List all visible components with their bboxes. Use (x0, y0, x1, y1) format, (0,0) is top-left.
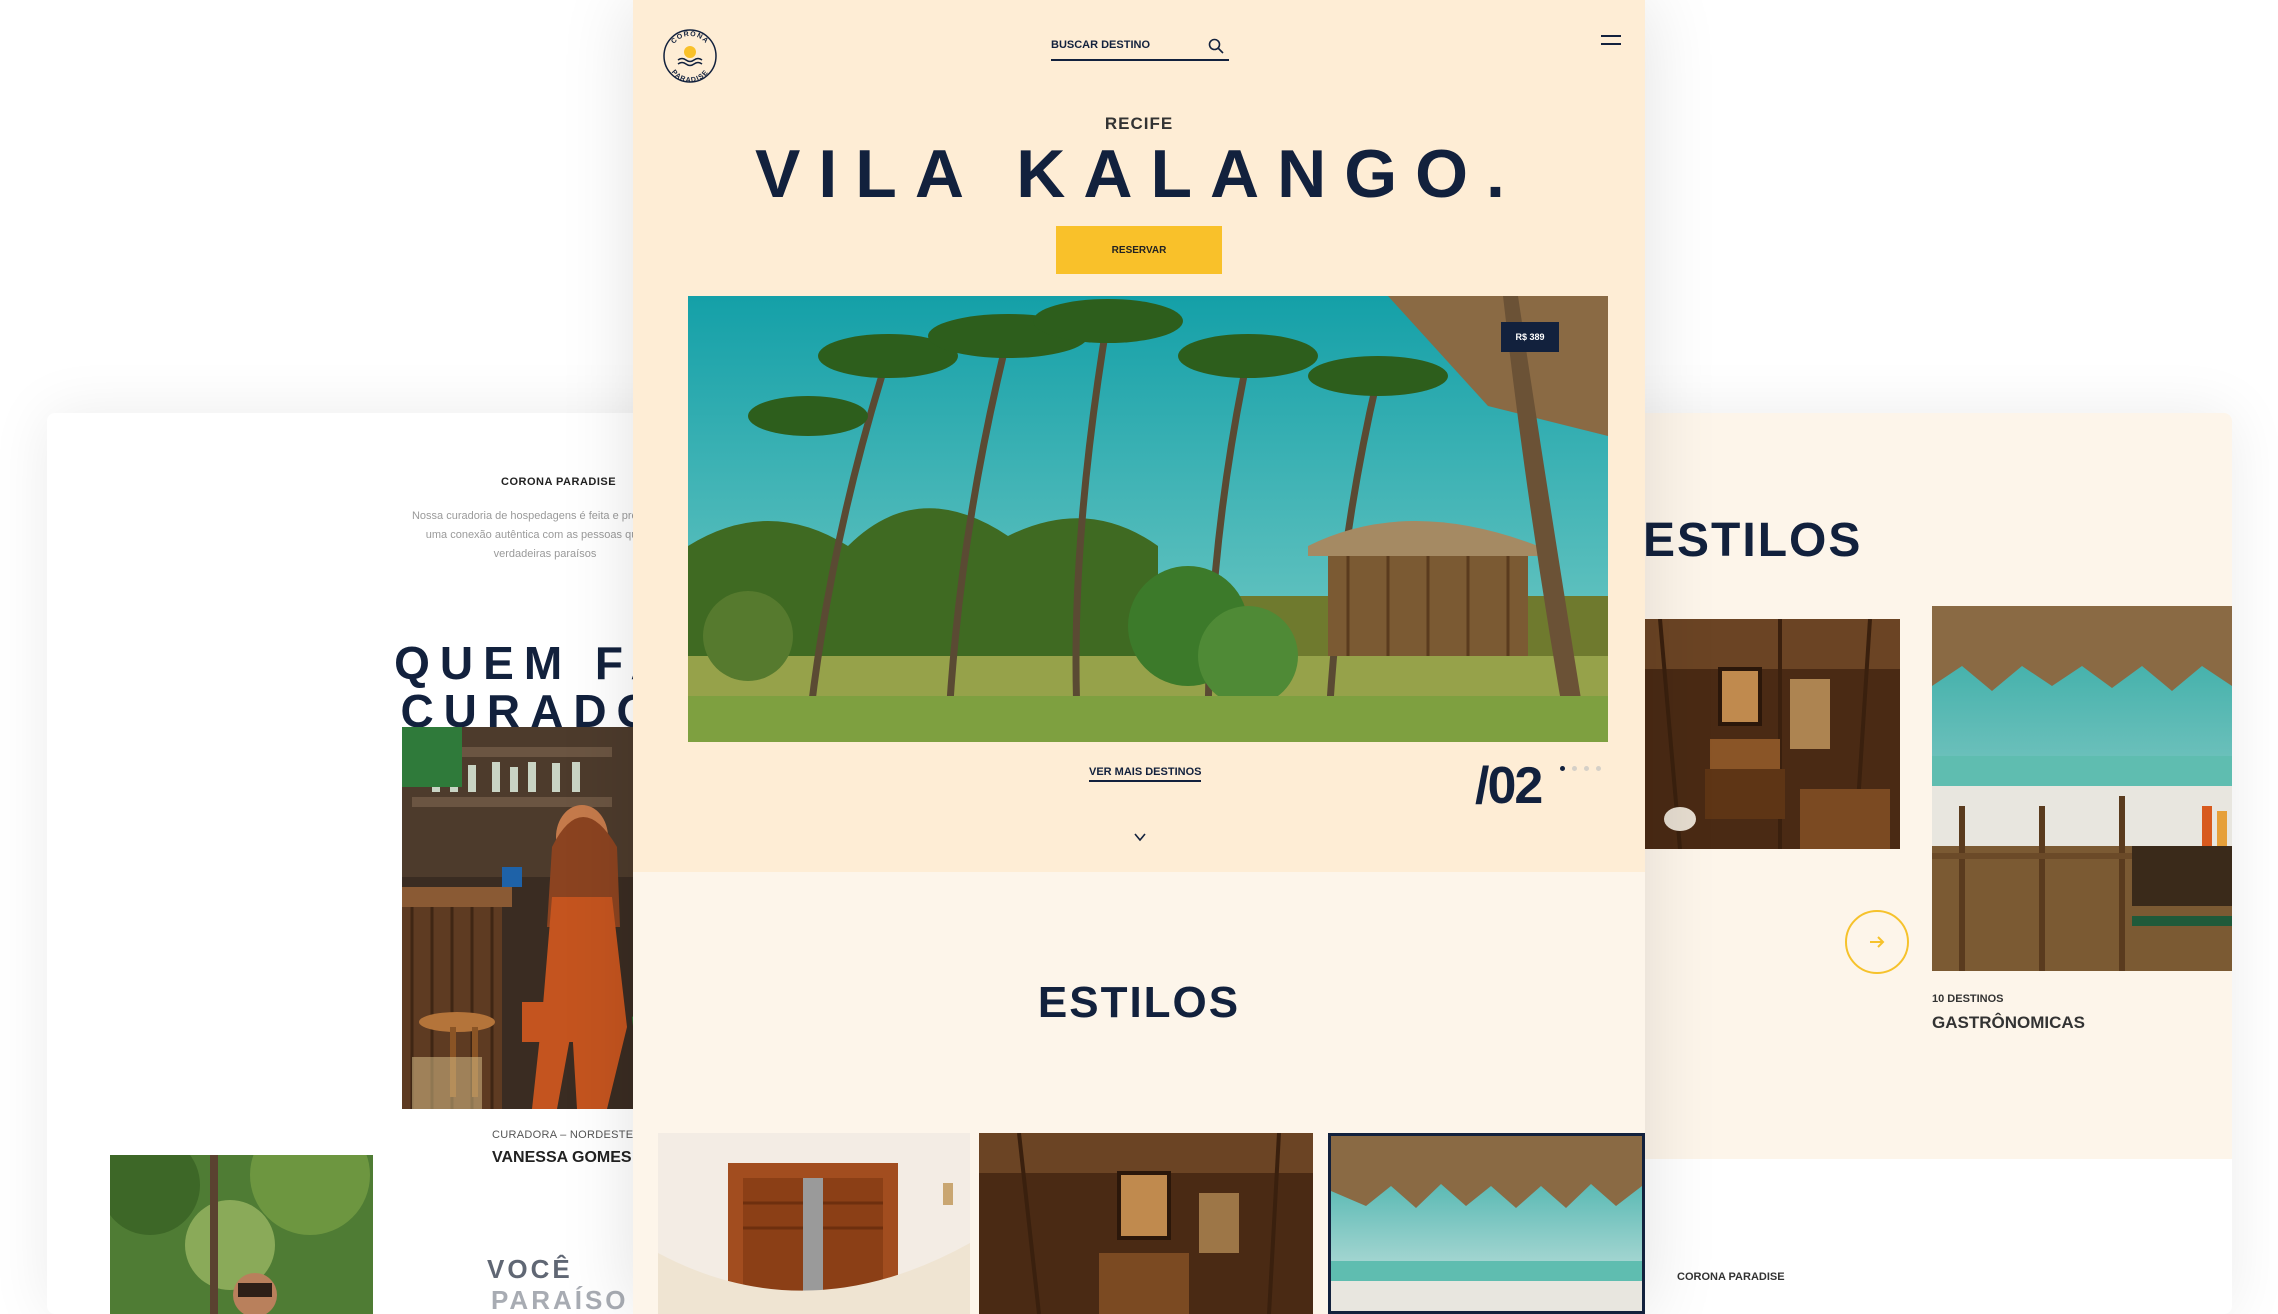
slide-pagination[interactable] (1560, 766, 1601, 771)
style-tile-rustic[interactable] (979, 1133, 1313, 1314)
corona-paradise-logo[interactable]: CORONA PARADISE (660, 24, 720, 88)
styles-page-card: ESTILOS 10 DESTINOS GASTRÔNOMICAS CORONA… (1600, 413, 2232, 1314)
style-tile-room[interactable] (658, 1133, 970, 1314)
style-tile-gastronomy[interactable] (1328, 1133, 1645, 1314)
next-arrow-button[interactable] (1845, 910, 1909, 974)
styles-section-title: ESTILOS (1037, 978, 1241, 1027)
pagination-dot[interactable] (1584, 766, 1589, 771)
more-destinations-link[interactable]: VER MAIS DESTINOS (1089, 766, 1202, 782)
style-category-label[interactable]: GASTRÔNOMICAS (1932, 1013, 2085, 1033)
hero-city: RECIFE (1104, 114, 1174, 133)
search-placeholder[interactable]: BUSCAR DESTINO (1051, 39, 1150, 51)
pagination-dot[interactable] (1596, 766, 1601, 771)
pagination-dot[interactable] (1572, 766, 1577, 771)
pagination-dot[interactable] (1560, 766, 1565, 771)
menu-icon[interactable] (1601, 34, 1621, 46)
brand-label: CORONA PARADISE (501, 476, 617, 488)
logo-text-top: CORONA (670, 31, 709, 46)
slide-counter: /02 (1475, 757, 1543, 815)
curators-page-card: CORONA PARADISE Nossa curadoria de hospe… (47, 413, 687, 1314)
chevron-down-icon[interactable] (1133, 830, 1147, 844)
logo-text-bottom: PARADISE (670, 69, 709, 84)
arrow-right-icon (1870, 936, 1885, 948)
search-icon[interactable] (1208, 38, 1224, 54)
svg-text:CORONA: CORONA (670, 31, 710, 46)
section-heading-line1: VOCÊ (487, 1254, 573, 1284)
destinations-count: 10 DESTINOS (1932, 993, 2004, 1005)
style-card-rustic[interactable] (1640, 619, 1900, 849)
section-heading-line2: PARAÍSO (491, 1285, 629, 1314)
brand-label: CORONA PARADISE (1677, 1271, 1785, 1283)
svg-text:PARADISE: PARADISE (670, 69, 710, 84)
hero-title: VILA KALANGO. (755, 136, 1523, 212)
home-page-card: CORONA PARADISE BUSCAR DESTINO RECIFE VI… (633, 0, 1645, 1314)
hero-image (688, 296, 1608, 742)
second-curator-photo (110, 1155, 373, 1314)
price-badge: R$ 389 (1501, 322, 1559, 352)
styles-heading: ESTILOS (1643, 514, 1863, 567)
curator-role: CURADORA – NORDESTE (492, 1129, 634, 1141)
style-card-gastronomy[interactable] (1932, 606, 2232, 971)
curator-name: VANESSA GOMES (492, 1149, 632, 1166)
reserve-button[interactable]: RESERVAR (1056, 226, 1222, 274)
